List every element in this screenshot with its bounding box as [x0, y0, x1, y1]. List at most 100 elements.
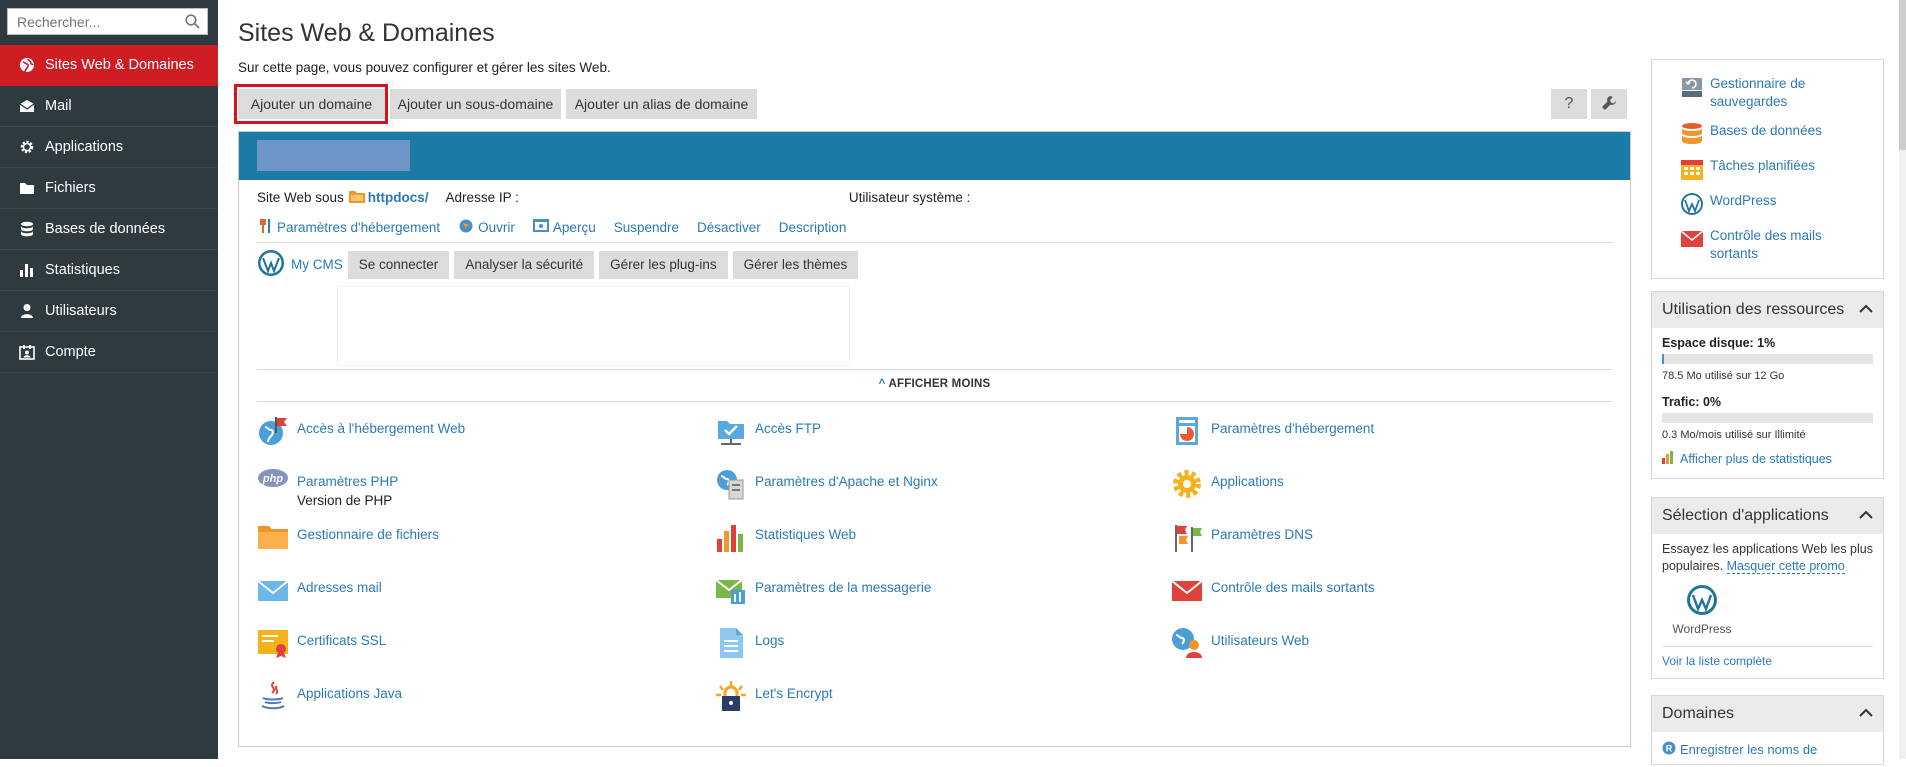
manage-plugins-button[interactable]: Gérer les plug-ins [599, 250, 728, 279]
sidebar-item-label: Utilisateurs [45, 303, 117, 319]
grid-item-file-manager[interactable]: Gestionnaire de fichiers [257, 521, 439, 553]
sidebar-nav: Sites Web & Domaines Mail Applications F… [0, 45, 218, 373]
preview-icon [532, 219, 549, 236]
scrollbar-thumb[interactable] [1899, 0, 1906, 150]
more-stats-link[interactable]: Afficher plus de statistiques [1662, 450, 1873, 467]
preview-link[interactable]: Aperçu [532, 218, 596, 237]
manage-themes-button[interactable]: Gérer les thèmes [732, 250, 859, 279]
grid-item-logs[interactable]: Logs [715, 627, 784, 659]
domain-info: Site Web sous httpdocs/ Adresse IP : Uti… [257, 190, 1081, 206]
ftp-icon [715, 415, 747, 447]
grid-item-php-settings[interactable]: php Paramètres PHP Version de PHP [257, 468, 457, 510]
chevron-up-icon[interactable] [1859, 301, 1873, 319]
web-hosting-access-icon [257, 415, 289, 447]
grid-item-ftp-access[interactable]: Accès FTP [715, 415, 821, 447]
sidebar-item-label: Compte [45, 344, 96, 360]
domain-name-placeholder[interactable] [257, 140, 410, 171]
sidebar-item-statistiques[interactable]: Statistiques [0, 250, 218, 291]
chevron-up-icon[interactable] [1859, 705, 1873, 723]
security-scan-button[interactable]: Analyser la sécurité [454, 250, 595, 279]
svg-text:R: R [1666, 744, 1673, 754]
grid-item-web-hosting-access[interactable]: Accès à l'hébergement Web [257, 415, 465, 447]
show-less-label: AFFICHER MOINS [888, 378, 991, 390]
grid-item-label: Paramètres d'hébergement [1211, 421, 1375, 436]
grid-item-label: Let's Encrypt [755, 686, 833, 701]
add-domain-alias-button[interactable]: Ajouter un alias de domaine [566, 89, 757, 119]
add-subdomain-button[interactable]: Ajouter un sous-domaine [390, 89, 561, 119]
app-selection-title: Sélection d'applications [1662, 507, 1829, 524]
help-button[interactable]: ? [1551, 89, 1587, 119]
grid-item-applications[interactable]: Applications [1171, 468, 1284, 500]
search-icon[interactable] [185, 14, 200, 32]
hide-promo-link[interactable]: Masquer cette promo [1726, 559, 1845, 574]
resources-header[interactable]: Utilisation des ressources [1652, 292, 1883, 328]
grid-item-hosting-settings[interactable]: Paramètres d'hébergement [1171, 415, 1374, 447]
sidebar-item-sites-web-domaines[interactable]: Sites Web & Domaines [0, 45, 218, 86]
sidebar-item-fichiers[interactable]: Fichiers [0, 168, 218, 209]
scrollbar[interactable] [1899, 0, 1906, 759]
wordpress-app-tile[interactable]: WordPress [1662, 584, 1742, 638]
chevron-up-icon[interactable] [1859, 507, 1873, 525]
grid-item-java-applications[interactable]: Applications Java [257, 680, 402, 712]
grid-item-apache-nginx[interactable]: Paramètres d'Apache et Nginx [715, 468, 938, 500]
tool-scheduled-tasks[interactable]: Tâches planifiées [1680, 157, 1873, 181]
wordpress-icon [1680, 192, 1704, 216]
tool-label: Contrôle des mails sortants [1710, 228, 1822, 261]
login-button[interactable]: Se connecter [347, 250, 450, 279]
tool-outgoing-mail[interactable]: Contrôle des mails sortants [1680, 227, 1873, 263]
grid-item-mail-addresses[interactable]: Adresses mail [257, 574, 382, 606]
tool-label: Gestionnaire de sauvegardes [1710, 76, 1806, 109]
main-content: Sites Web & Domaines Sur cette page, vou… [218, 0, 1650, 759]
add-domain-button[interactable]: Ajouter un domaine [238, 89, 385, 119]
grid-item-dns-settings[interactable]: Paramètres DNS [1171, 521, 1313, 553]
sidebar-item-compte[interactable]: Compte [0, 332, 218, 373]
tool-label: Tâches planifiées [1710, 158, 1816, 173]
grid-item-mail-settings[interactable]: Paramètres de la messagerie [715, 574, 931, 606]
grid-item-outgoing-mail[interactable]: Contrôle des mails sortants [1171, 574, 1375, 606]
divider [257, 369, 1613, 370]
grid-item-label: Applications [1211, 474, 1284, 489]
register-domains-link[interactable]: R Enregistrer les noms de [1652, 732, 1883, 767]
preview-label: Aperçu [552, 220, 596, 235]
ip-value-placeholder [518, 190, 849, 206]
grid-item-lets-encrypt[interactable]: Let's Encrypt [715, 680, 833, 712]
docroot-link[interactable]: httpdocs/ [368, 190, 429, 206]
tool-wordpress[interactable]: WordPress [1680, 192, 1873, 216]
tools-button[interactable] [1591, 89, 1627, 119]
user-icon [18, 302, 36, 320]
grid-item-label: Paramètres d'Apache et Nginx [755, 474, 938, 489]
search-box [7, 8, 208, 35]
domain-panel: Site Web sous httpdocs/ Adresse IP : Uti… [238, 131, 1631, 747]
bar-chart-icon [1662, 450, 1676, 467]
grid-item-label: Gestionnaire de fichiers [297, 527, 439, 542]
chevron-up-icon: ^ [878, 378, 889, 390]
cms-name-link[interactable]: My CMS [291, 257, 343, 272]
sidebar-item-applications[interactable]: Applications [0, 127, 218, 168]
tool-databases[interactable]: Bases de données [1680, 122, 1873, 146]
description-link[interactable]: Description [779, 218, 847, 237]
show-less-toggle[interactable]: ^ AFFICHER MOINS [239, 378, 1630, 390]
grid-item-web-users[interactable]: Utilisateurs Web [1171, 627, 1309, 659]
open-link[interactable]: Ouvrir [458, 218, 515, 237]
ip-label: Adresse IP : [445, 190, 519, 205]
file-manager-icon [257, 521, 289, 553]
hosting-settings-label: Paramètres d'hébergement [277, 220, 441, 235]
sidebar-item-mail[interactable]: Mail [0, 86, 218, 127]
hosting-settings-link[interactable]: Paramètres d'hébergement [257, 218, 440, 237]
sidebar-item-bases-de-donnees[interactable]: Bases de données [0, 209, 218, 250]
deactivate-link[interactable]: Désactiver [697, 218, 761, 237]
mail-settings-icon [715, 574, 747, 606]
search-input[interactable] [8, 9, 173, 34]
suspend-link[interactable]: Suspendre [614, 218, 679, 237]
domains-header[interactable]: Domaines [1652, 696, 1883, 732]
outgoing-mail-icon [1680, 227, 1704, 251]
grid-item-web-stats[interactable]: Statistiques Web [715, 521, 856, 553]
open-icon [458, 218, 474, 237]
resources-title: Utilisation des ressources [1662, 301, 1845, 318]
full-list-link[interactable]: Voir la liste complète [1662, 654, 1772, 668]
sidebar-item-utilisateurs[interactable]: Utilisateurs [0, 291, 218, 332]
sidebar-item-label: Bases de données [45, 221, 166, 237]
app-selection-header[interactable]: Sélection d'applications [1652, 498, 1883, 534]
tool-backup-manager[interactable]: Gestionnaire de sauvegardes [1680, 75, 1873, 111]
grid-item-ssl-certificates[interactable]: Certificats SSL [257, 627, 386, 659]
